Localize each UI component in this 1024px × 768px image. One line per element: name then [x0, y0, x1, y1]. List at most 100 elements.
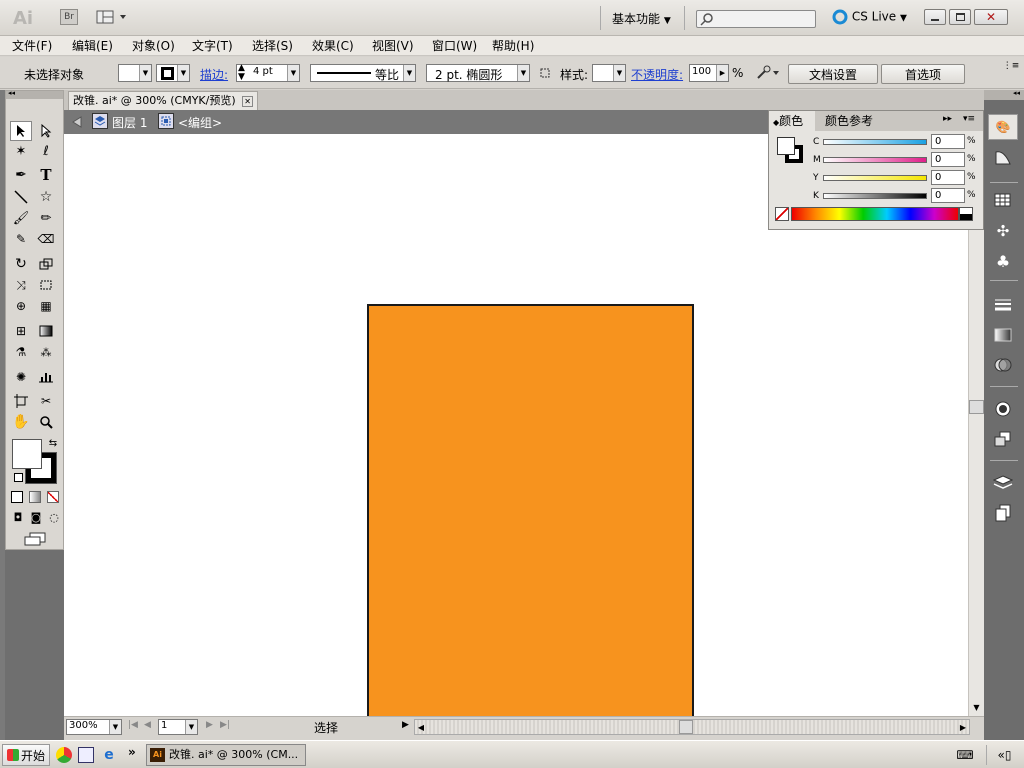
stroke-swatch[interactable]: ▼	[156, 64, 190, 82]
recolor-artwork-icon[interactable]	[754, 64, 780, 82]
black-slider[interactable]	[823, 193, 927, 199]
black-input[interactable]: 0	[931, 188, 965, 203]
variable-width-profile[interactable]: 等比 ▼	[310, 64, 416, 82]
eraser-tool-icon[interactable]: ⌫	[35, 229, 57, 249]
group-name[interactable]: <编组>	[178, 114, 222, 131]
default-colors-icon[interactable]	[14, 473, 23, 482]
tab-color[interactable]: ◆颜色	[769, 111, 815, 131]
yellow-slider[interactable]	[823, 175, 927, 181]
pen-tool-icon[interactable]: ✒	[10, 165, 32, 185]
blob-brush-tool-icon[interactable]: ✎	[10, 229, 32, 249]
internet-explorer-icon[interactable]: e	[100, 747, 118, 763]
rotate-tool-icon[interactable]: ↻	[10, 254, 32, 274]
symbol-sprayer-tool-icon[interactable]: ✺	[10, 367, 32, 387]
close-tab-icon[interactable]: ✕	[242, 96, 254, 107]
scale-tool-icon[interactable]	[35, 254, 57, 274]
symbols-icon[interactable]: ♣	[988, 248, 1018, 274]
color-mode-icon[interactable]	[11, 491, 23, 503]
scroll-down-icon[interactable]: ▼	[969, 700, 984, 714]
minimize-button[interactable]	[924, 9, 946, 25]
draw-inside-icon[interactable]: ◌	[46, 509, 62, 525]
preferences-button[interactable]: 首选项	[881, 64, 965, 84]
none-swatch[interactable]	[775, 207, 789, 221]
scroll-thumb[interactable]	[969, 400, 984, 414]
fill-swatch[interactable]: ▼	[118, 64, 152, 82]
magic-wand-tool-icon[interactable]: ✶	[10, 141, 32, 161]
tray-expand-icon[interactable]: «▯	[986, 745, 1022, 765]
scroll-thumb[interactable]	[679, 720, 693, 734]
next-artboard-icon[interactable]: ▶	[206, 720, 213, 730]
close-button[interactable]: ✕	[974, 9, 1008, 25]
scroll-right-icon[interactable]: ▶	[957, 720, 969, 734]
direct-selection-tool-icon[interactable]	[35, 121, 57, 141]
menu-type[interactable]: 文字(T)	[192, 37, 233, 55]
screen-mode-icon[interactable]	[22, 531, 48, 547]
workspace-switcher[interactable]: 基本功能 ▼	[612, 10, 671, 27]
shape-builder-tool-icon[interactable]: ⊕	[10, 296, 32, 316]
back-arrow-icon[interactable]	[70, 114, 84, 130]
brushes-icon[interactable]: ✣	[988, 218, 1018, 244]
appearance-icon[interactable]	[988, 396, 1018, 422]
tools-panel-header[interactable]: ◂◂	[6, 89, 63, 99]
cs-live-menu[interactable]: CS Live ▼	[832, 9, 907, 25]
menu-object[interactable]: 对象(O)	[132, 37, 175, 55]
restore-button[interactable]	[949, 9, 971, 25]
none-mode-icon[interactable]	[47, 491, 59, 503]
magenta-input[interactable]: 0	[931, 152, 965, 167]
width-tool-icon[interactable]: ⤨	[10, 275, 32, 295]
keyboard-icon[interactable]: ⌨	[956, 747, 974, 763]
white-black-swatch[interactable]	[959, 207, 973, 221]
panel-menu-icon[interactable]: ⋮≡	[1003, 60, 1020, 72]
opacity-field[interactable]: 100 ▶	[689, 64, 729, 82]
column-graph-tool-icon[interactable]	[35, 367, 57, 387]
cyan-slider[interactable]	[823, 139, 927, 145]
pencil-tool-icon[interactable]: ✏	[35, 208, 57, 228]
gradient-tool-icon[interactable]	[35, 321, 57, 341]
horizontal-scrollbar[interactable]: ◀ ▶	[414, 719, 970, 735]
status-menu-icon[interactable]: ▶	[402, 720, 409, 730]
menu-view[interactable]: 视图(V)	[372, 37, 414, 55]
show-desktop-icon[interactable]	[78, 747, 94, 763]
arrange-documents-button[interactable]	[96, 9, 130, 25]
zoom-tool-icon[interactable]	[35, 412, 57, 432]
gradient-panel-icon[interactable]	[988, 322, 1018, 348]
graphic-styles-icon[interactable]	[988, 426, 1018, 452]
brush-definition[interactable]: 2 pt. 椭圆形 ▼	[426, 64, 530, 82]
toggle-graphic-styles-icon[interactable]	[538, 66, 552, 80]
chrome-icon[interactable]	[56, 747, 72, 763]
line-tool-icon[interactable]	[10, 187, 32, 207]
eyedropper-tool-icon[interactable]: ⚗	[10, 342, 32, 362]
color-panel-icon[interactable]: 🎨	[988, 114, 1018, 140]
more-quicklaunch[interactable]: »	[128, 745, 136, 759]
free-transform-tool-icon[interactable]	[35, 275, 57, 295]
draw-normal-icon[interactable]: ◘	[10, 509, 26, 525]
color-guide-icon[interactable]	[988, 144, 1018, 170]
search-input[interactable]	[696, 10, 816, 28]
layers-icon[interactable]	[988, 470, 1018, 496]
menu-window[interactable]: 窗口(W)	[432, 37, 477, 55]
menu-select[interactable]: 选择(S)	[252, 37, 293, 55]
magenta-slider[interactable]	[823, 157, 927, 163]
stroke-panel-icon[interactable]	[988, 292, 1018, 318]
fill-color-icon[interactable]	[12, 439, 42, 469]
artboard-number[interactable]: 1 ▼	[158, 719, 198, 735]
prev-artboard-icon[interactable]: ◀	[144, 720, 151, 730]
menu-help[interactable]: 帮助(H)	[492, 37, 534, 55]
stroke-link[interactable]: 描边:	[200, 66, 228, 83]
swatches-icon[interactable]	[988, 188, 1018, 214]
transparency-icon[interactable]	[988, 352, 1018, 378]
yellow-input[interactable]: 0	[931, 170, 965, 185]
dock-header[interactable]: ◂◂	[984, 89, 1024, 100]
stroke-weight-field[interactable]: ▲ ▼ 4 pt ▼	[236, 64, 300, 82]
graphic-style-picker[interactable]: ▼	[592, 64, 626, 82]
draw-behind-icon[interactable]: ◙	[28, 509, 44, 525]
menu-file[interactable]: 文件(F)	[12, 37, 52, 55]
bridge-button[interactable]: Br	[60, 9, 78, 25]
artboards-icon[interactable]	[988, 500, 1018, 526]
perspective-grid-tool-icon[interactable]: ▦	[35, 296, 57, 316]
start-button[interactable]: 开始	[2, 744, 50, 766]
cyan-input[interactable]: 0	[931, 134, 965, 149]
menu-effect[interactable]: 效果(C)	[312, 37, 354, 55]
fill-color-icon[interactable]	[777, 137, 795, 155]
mesh-tool-icon[interactable]: ⊞	[10, 321, 32, 341]
